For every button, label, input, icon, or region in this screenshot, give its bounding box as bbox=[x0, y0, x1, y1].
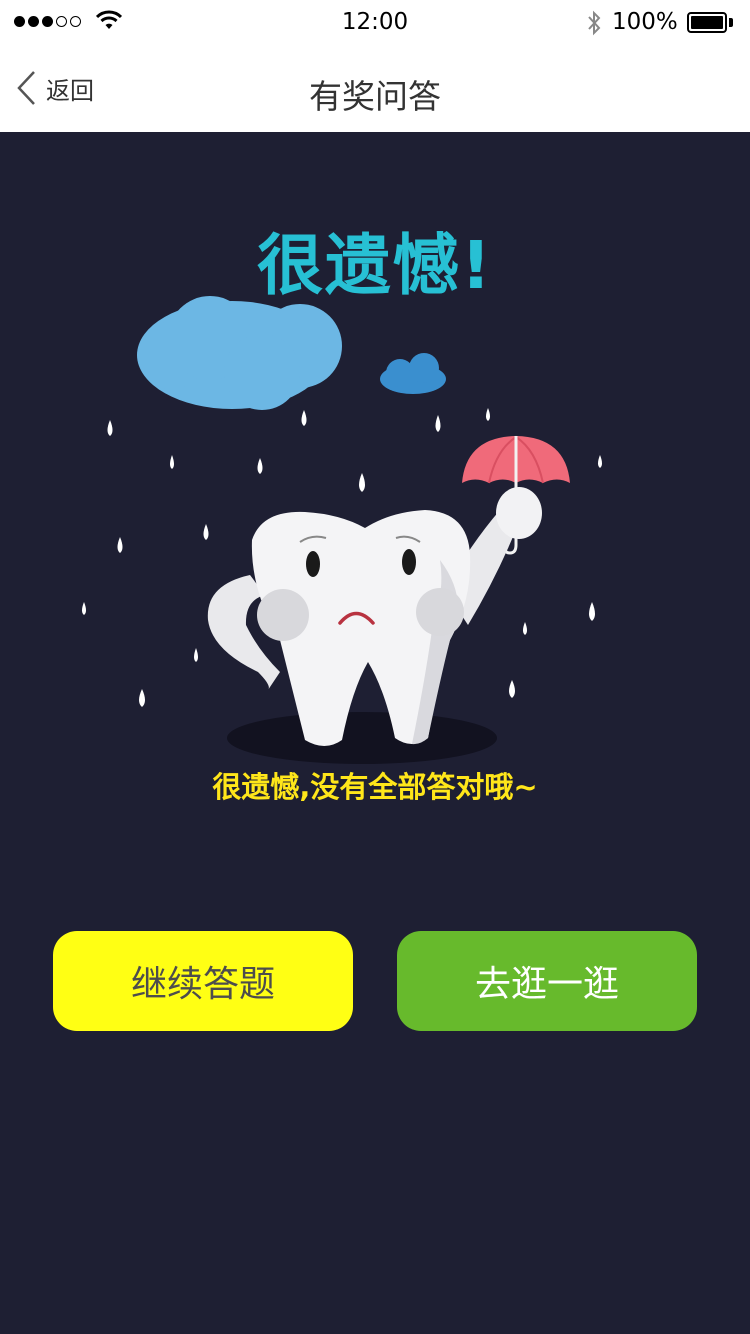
battery-icon bbox=[687, 12, 733, 33]
tooth-character bbox=[207, 487, 542, 746]
page-title: 有奖问答 bbox=[309, 77, 441, 116]
result-headline: 很遗憾! bbox=[256, 227, 494, 304]
small-cloud-icon bbox=[380, 353, 446, 394]
cloud-icon bbox=[137, 296, 342, 410]
browse-button[interactable]: 去逛一逛 bbox=[397, 931, 697, 1031]
continue-quiz-button[interactable]: 继续答题 bbox=[53, 931, 353, 1031]
battery-percentage: 100% bbox=[612, 9, 678, 35]
result-message: 很遗憾,没有全部答对哦~ bbox=[212, 770, 538, 804]
top-bar: 12:00 100% 返回 有奖问答 bbox=[0, 0, 750, 132]
navigation-bar: 返回 有奖问答 bbox=[0, 46, 750, 132]
status-bar: 12:00 100% bbox=[0, 0, 750, 46]
bluetooth-icon bbox=[588, 10, 601, 36]
